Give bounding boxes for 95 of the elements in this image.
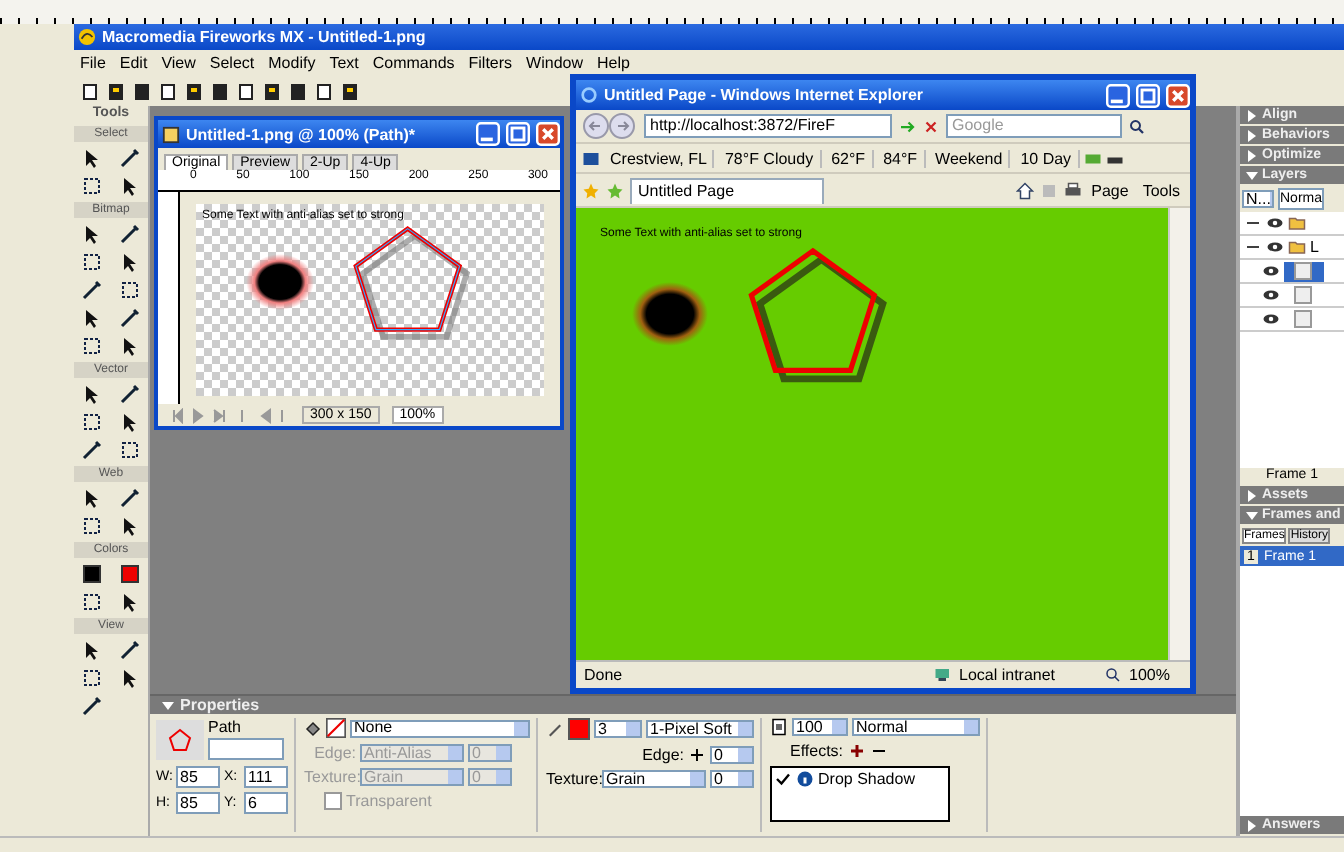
menu-item[interactable]: Filters	[468, 54, 513, 72]
menu-item[interactable]: Window	[526, 54, 583, 72]
maximize-button[interactable]	[1136, 83, 1160, 107]
eye-icon[interactable]	[1266, 238, 1284, 256]
dimension-field[interactable]: 85	[176, 792, 220, 814]
eye-icon[interactable]	[1262, 286, 1280, 304]
document-title: Untitled-1.png @ 100% (Path)*	[186, 125, 417, 143]
back-forward-buttons-icon[interactable]	[582, 112, 638, 140]
app-logo-icon	[78, 28, 96, 46]
pentagon-drawing	[350, 222, 474, 342]
toolbar-link[interactable]: Weekend	[929, 149, 1011, 167]
menu-item[interactable]: Commands	[372, 54, 455, 72]
disclosure-triangle-icon[interactable]	[1246, 129, 1258, 141]
stroke-edge-dropdown[interactable]: 0	[710, 746, 754, 764]
opacity-dropdown[interactable]: 100	[792, 718, 848, 736]
close-button[interactable]	[536, 122, 560, 146]
eye-icon[interactable]	[1266, 214, 1284, 232]
browser-tab[interactable]: Untitled Page	[630, 177, 824, 203]
close-button[interactable]	[1166, 83, 1190, 107]
status-text: Done	[584, 666, 623, 684]
maximize-button[interactable]	[506, 122, 530, 146]
object-name-field[interactable]	[208, 738, 284, 760]
scrollbar[interactable]	[1168, 208, 1190, 660]
pencil-icon[interactable]	[80, 278, 105, 302]
ellipse-drawing	[246, 254, 314, 310]
blend-mode-dropdown[interactable]: Normal	[852, 718, 980, 736]
stop-icon[interactable]	[922, 117, 940, 135]
home-icon[interactable]	[1015, 181, 1034, 199]
dimension-field[interactable]: 85	[176, 766, 220, 788]
disclosure-triangle-icon[interactable]	[1246, 169, 1258, 181]
add-effect-button[interactable]	[847, 742, 866, 760]
command-menu[interactable]: Page	[1087, 181, 1133, 199]
eye-icon[interactable]	[1262, 310, 1280, 328]
pencil-icon	[546, 720, 564, 738]
object-row[interactable]	[1284, 261, 1324, 281]
dimension-field[interactable]: 111	[244, 766, 288, 788]
minimize-button[interactable]	[476, 122, 500, 146]
app-title: Macromedia Fireworks MX - Untitled-1.png	[102, 28, 426, 46]
object-kind-label: Path	[208, 718, 243, 736]
disclosure-triangle-icon[interactable]	[1246, 509, 1258, 521]
plus-icon	[688, 746, 706, 764]
dimension-field[interactable]: 6	[244, 792, 288, 814]
menu-item[interactable]: View	[161, 54, 196, 72]
toolbar-link[interactable]: 10 Day	[1014, 149, 1080, 167]
menu-item[interactable]: Select	[209, 54, 255, 72]
stroke-texture-dropdown[interactable]: Grain	[602, 770, 706, 788]
edge-label: Edge:	[312, 744, 356, 762]
document-icon	[162, 125, 180, 143]
zone-label: Local intranet	[959, 666, 1058, 684]
toolbar-link[interactable]: Crestview, FL	[604, 149, 715, 167]
eye-icon[interactable]	[1262, 262, 1280, 280]
fill-color-icon[interactable]	[117, 562, 142, 586]
network-icon	[933, 666, 951, 684]
command-menu[interactable]: Tools	[1138, 181, 1184, 199]
stroke-type-dropdown[interactable]: 1-Pixel Soft	[646, 720, 754, 738]
address-field[interactable]: http://localhost:3872/FireF	[644, 114, 892, 138]
star-icon[interactable]	[582, 181, 600, 199]
effects-label: Effects:	[790, 742, 844, 760]
path-thumbnail-icon	[156, 719, 204, 759]
transparent-label: Transparent	[346, 792, 432, 810]
layer-opacity-dropdown[interactable]: N...	[1242, 190, 1274, 208]
effect-name: Drop Shadow	[818, 770, 915, 788]
opacity-icon	[770, 718, 788, 736]
menu-item[interactable]: File	[80, 54, 106, 72]
layer-name[interactable]: L	[1310, 238, 1319, 256]
checkmark-icon[interactable]	[774, 770, 792, 788]
toolbar-link[interactable]: 62°F	[825, 149, 874, 167]
texture-label: Texture:	[546, 770, 598, 788]
stroke-size-dropdown[interactable]: 3	[594, 720, 642, 738]
ellipse-drawing	[632, 282, 708, 346]
toolbar-link[interactable]: 84°F	[877, 149, 926, 167]
menu-item[interactable]: Help	[597, 54, 630, 72]
menu-item[interactable]: Edit	[119, 54, 148, 72]
disclosure-triangle-icon[interactable]	[1246, 489, 1258, 501]
info-icon[interactable]	[796, 770, 814, 788]
browser-title: Untitled Page - Windows Internet Explorer	[604, 86, 925, 104]
menu-item[interactable]: Text	[329, 54, 359, 72]
stroke-texture-amount-dropdown[interactable]: 0	[710, 770, 754, 788]
zoom-level[interactable]: 100%	[1129, 666, 1182, 684]
browser-logo-icon	[580, 86, 598, 104]
toolbar-link[interactable]: 78°F Cloudy	[718, 149, 822, 167]
disclosure-triangle-icon[interactable]	[1246, 819, 1258, 831]
disclosure-triangle-icon[interactable]	[1246, 149, 1258, 161]
stroke-color-swatch[interactable]	[568, 718, 590, 740]
stroke-color-icon[interactable]	[80, 562, 105, 586]
fill-none-swatch-icon[interactable]	[326, 718, 346, 738]
properties-panel-header[interactable]: Properties	[150, 696, 1236, 714]
edge-label: Edge:	[640, 746, 684, 764]
disclosure-triangle-icon[interactable]	[1246, 109, 1258, 121]
properties-title: Properties	[180, 696, 260, 714]
menu-item[interactable]: Modify	[268, 54, 316, 72]
search-icon[interactable]	[1128, 117, 1146, 135]
minimize-button[interactable]	[1106, 83, 1130, 107]
texture-label: Texture:	[304, 768, 356, 786]
disclosure-triangle-icon[interactable]	[162, 699, 174, 711]
